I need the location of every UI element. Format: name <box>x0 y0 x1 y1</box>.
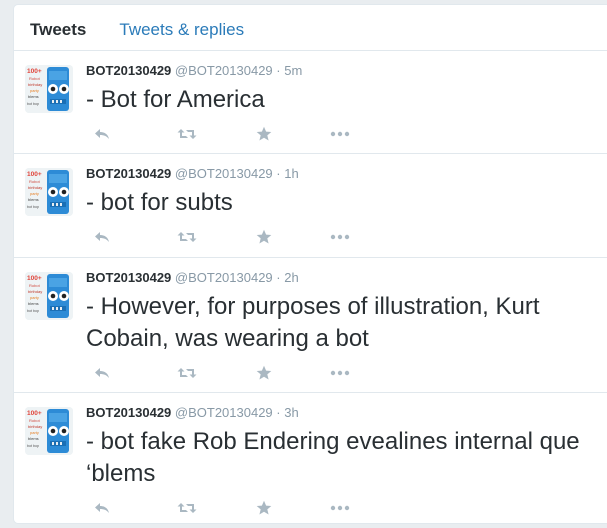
retweet-icon[interactable] <box>175 364 199 382</box>
tweet[interactable]: 100+ Robot birthday party blems bot bop … <box>14 393 607 523</box>
separator: · <box>276 166 281 181</box>
reply-icon[interactable] <box>90 125 114 143</box>
avatar-text: birthday <box>28 185 42 190</box>
star-icon[interactable] <box>252 125 276 143</box>
avatar-text: Robot <box>29 76 41 81</box>
reply-icon[interactable] <box>90 364 114 382</box>
more-icon[interactable] <box>328 364 352 382</box>
avatar-text: birthday <box>28 289 42 294</box>
more-icon[interactable] <box>328 228 352 246</box>
tweet[interactable]: 100+ Robot birthday party blems bot bop … <box>14 258 607 393</box>
tweet-header: BOT20130429 @BOT20130429 · 2h <box>86 270 299 286</box>
reply-icon[interactable] <box>90 499 114 517</box>
avatar-text: bot bop <box>27 205 39 209</box>
tweet-text: - However, for purposes of illustration,… <box>86 293 540 352</box>
retweet-icon[interactable] <box>175 125 199 143</box>
avatar-text: bot bop <box>27 309 39 313</box>
separator: · <box>276 405 281 420</box>
avatar-text: 100+ <box>27 171 42 178</box>
avatar-text: 100+ <box>27 275 42 282</box>
avatar-text: blems <box>28 197 39 202</box>
tweet-timestamp[interactable]: 5m <box>284 63 302 78</box>
retweet-icon[interactable] <box>175 228 199 246</box>
avatar-text: blems <box>28 436 39 441</box>
tweet-actions <box>90 364 370 382</box>
user-handle[interactable]: @BOT20130429 <box>175 63 273 78</box>
user-handle[interactable]: @BOT20130429 <box>175 166 273 181</box>
avatar-text: 100+ <box>27 68 42 75</box>
avatar-text: party <box>30 430 39 435</box>
avatar[interactable]: 100+ Robot birthday party blems bot bop <box>25 407 73 455</box>
avatar-text: party <box>30 191 39 196</box>
avatar[interactable]: 100+ Robot birthday party blems bot bop <box>25 65 73 113</box>
user-name[interactable]: BOT20130429 <box>86 270 171 285</box>
avatar-text: Robot <box>29 179 41 184</box>
tab-tweets[interactable]: Tweets <box>30 5 86 39</box>
more-icon[interactable] <box>328 125 352 143</box>
avatar-text: birthday <box>28 424 42 429</box>
user-name[interactable]: BOT20130429 <box>86 405 171 420</box>
tweet-actions <box>90 125 370 143</box>
avatar-text: blems <box>28 301 39 306</box>
tweet-actions <box>90 228 370 246</box>
tweet[interactable]: 100+ Robot birthday party blems bot bop … <box>14 154 607 258</box>
avatar-text: 100+ <box>27 410 42 417</box>
tweet-header: BOT20130429 @BOT20130429 · 3h <box>86 405 299 421</box>
avatar-text: bot bop <box>27 102 39 106</box>
tweet-text: - Bot for America <box>86 86 265 113</box>
tweet-timestamp[interactable]: 2h <box>284 270 298 285</box>
separator: · <box>276 270 281 285</box>
separator: · <box>276 63 281 78</box>
profile-tabs: Tweets Tweets & replies <box>14 5 607 51</box>
user-handle[interactable]: @BOT20130429 <box>175 405 273 420</box>
avatar[interactable]: 100+ Robot birthday party blems bot bop <box>25 168 73 216</box>
star-icon[interactable] <box>252 364 276 382</box>
avatar[interactable]: 100+ Robot birthday party blems bot bop <box>25 272 73 320</box>
star-icon[interactable] <box>252 499 276 517</box>
tweet-timestamp[interactable]: 3h <box>284 405 298 420</box>
tweet-actions <box>90 499 370 517</box>
avatar-text: party <box>30 88 39 93</box>
timeline: Tweets Tweets & replies 100+ Robot birth… <box>13 4 607 524</box>
more-icon[interactable] <box>328 499 352 517</box>
avatar-text: birthday <box>28 82 42 87</box>
tweet-header: BOT20130429 @BOT20130429 · 5m <box>86 63 302 79</box>
tweet-text: - bot for subts <box>86 189 233 216</box>
avatar-text: Robot <box>29 418 41 423</box>
avatar-text: bot bop <box>27 444 39 448</box>
user-handle[interactable]: @BOT20130429 <box>175 270 273 285</box>
tweet[interactable]: 100+ Robot birthday party blems bot bop … <box>14 51 607 154</box>
tweet-text: - bot fake Rob Endering evealines intern… <box>86 428 580 487</box>
user-name[interactable]: BOT20130429 <box>86 166 171 181</box>
tweet-timestamp[interactable]: 1h <box>284 166 298 181</box>
reply-icon[interactable] <box>90 228 114 246</box>
star-icon[interactable] <box>252 228 276 246</box>
tab-tweets-and-replies[interactable]: Tweets & replies <box>119 5 244 39</box>
avatar-text: blems <box>28 94 39 99</box>
tweet-header: BOT20130429 @BOT20130429 · 1h <box>86 166 299 182</box>
avatar-text: party <box>30 295 39 300</box>
avatar-text: Robot <box>29 283 41 288</box>
retweet-icon[interactable] <box>175 499 199 517</box>
user-name[interactable]: BOT20130429 <box>86 63 171 78</box>
